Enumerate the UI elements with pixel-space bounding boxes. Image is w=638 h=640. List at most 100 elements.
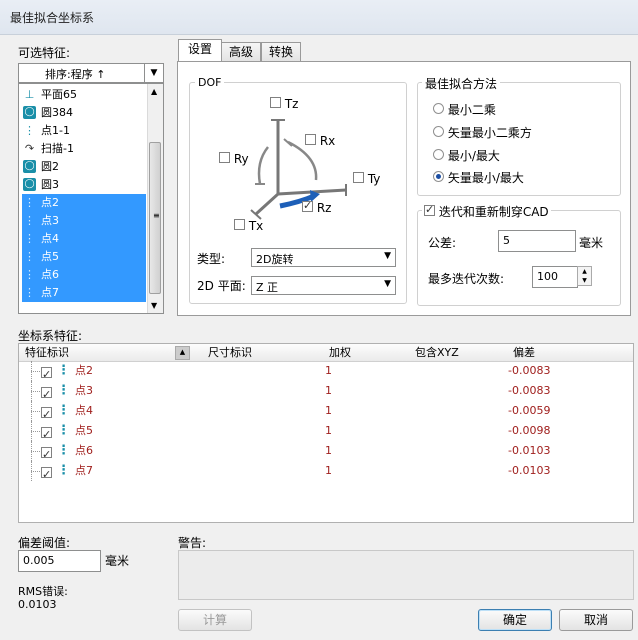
feature-list-item[interactable]: ⊥ 平面65 bbox=[22, 86, 146, 104]
tx-toggle[interactable]: Tx bbox=[234, 219, 263, 233]
sort-dropdown-icon[interactable]: ▼ bbox=[144, 64, 163, 82]
tab-advanced[interactable]: 高级 bbox=[221, 42, 261, 62]
row-deviation: -0.0083 bbox=[508, 364, 551, 377]
table-row[interactable]: ⋮ 点4 1 -0.0059 bbox=[19, 401, 633, 425]
fit-option-vector-min-max[interactable]: 矢量最小/最大 bbox=[433, 169, 524, 186]
feature-name: 扫描-1 bbox=[41, 142, 74, 155]
col-feature-id[interactable]: 特征标识 bbox=[25, 344, 69, 361]
threshold-label: 偏差阈值: bbox=[18, 536, 71, 550]
tz-toggle[interactable]: Tz bbox=[270, 97, 298, 111]
scroll-up-icon[interactable]: ▲ bbox=[151, 87, 157, 96]
table-row[interactable]: ⋮ 点7 1 -0.0103 bbox=[19, 461, 633, 485]
settings-panel: DOF Tz Rx Ry Ty Rz Tx 类型: 2D旋转 ▼ 2D 平面: … bbox=[177, 61, 631, 316]
col-dimension-id[interactable]: 尺寸标识 bbox=[208, 344, 252, 361]
rx-toggle[interactable]: Rx bbox=[305, 134, 335, 148]
row-weight[interactable]: 1 bbox=[325, 461, 332, 481]
rz-checkbox[interactable] bbox=[302, 199, 313, 212]
table-row[interactable]: ⋮ 点2 1 -0.0083 bbox=[19, 361, 633, 385]
max-iter-input[interactable]: 100 bbox=[532, 266, 578, 288]
row-checkbox[interactable] bbox=[41, 365, 52, 385]
chevron-down-icon: ▼ bbox=[384, 279, 391, 289]
cancel-button[interactable]: 取消 bbox=[559, 609, 633, 631]
feature-name: 平面65 bbox=[41, 88, 77, 101]
sort-asc-icon[interactable]: ▲ bbox=[175, 346, 190, 360]
table-header: 特征标识 ▲ 尺寸标识 加权 包含XYZ 偏差 bbox=[19, 344, 633, 362]
scroll-thumb[interactable]: ≡ bbox=[149, 142, 161, 294]
available-features-list[interactable]: ▲ ≡ ▼ ⊥ 平面65 ◯ 圆384 ⋮ 点1-1 ↷ 扫描-1 ◯ 圆2 ◯ 圆3 ⋮ 点2 ⋮ 点3 ⋮ 点… bbox=[18, 83, 164, 314]
threshold-input[interactable]: 0.005 bbox=[18, 550, 101, 572]
row-checkbox[interactable] bbox=[41, 405, 52, 425]
feature-list-item[interactable]: ⋮ 点6 bbox=[22, 266, 146, 284]
radio-min-max[interactable] bbox=[433, 149, 444, 160]
sort-header[interactable]: 排序:程序 ↑ ▼ bbox=[18, 63, 164, 83]
radio-vector-min-max[interactable] bbox=[433, 171, 444, 182]
row-weight[interactable]: 1 bbox=[325, 361, 332, 381]
radio-vector-least-squares[interactable] bbox=[433, 126, 444, 137]
row-checkbox[interactable] bbox=[41, 385, 52, 405]
plane-select[interactable]: Z 正 ▼ bbox=[251, 276, 396, 295]
row-weight[interactable]: 1 bbox=[325, 441, 332, 461]
ry-toggle[interactable]: Ry bbox=[219, 152, 249, 166]
rms-label: RMS错误: bbox=[18, 585, 68, 598]
tolerance-unit: 毫米 bbox=[579, 236, 604, 250]
feature-list-item[interactable]: ⋮ 点2 bbox=[22, 194, 146, 212]
row-weight[interactable]: 1 bbox=[325, 401, 332, 421]
table-row[interactable]: ⋮ 点5 1 -0.0098 bbox=[19, 421, 633, 445]
features-scrollbar[interactable]: ▲ ≡ ▼ bbox=[147, 84, 163, 313]
point-icon: ⋮ bbox=[24, 214, 35, 227]
col-deviation[interactable]: 偏差 bbox=[513, 344, 535, 361]
row-feature-name: 点2 bbox=[75, 364, 93, 377]
feature-list-item[interactable]: ⋮ 点3 bbox=[22, 212, 146, 230]
radio-least-squares[interactable] bbox=[433, 103, 444, 114]
ry-checkbox[interactable] bbox=[219, 152, 230, 163]
ok-button[interactable]: 确定 bbox=[478, 609, 552, 631]
feature-list-item[interactable]: ⋮ 点7 bbox=[22, 284, 146, 302]
type-select[interactable]: 2D旋转 ▼ bbox=[251, 248, 396, 267]
feature-list-item[interactable]: ↷ 扫描-1 bbox=[22, 140, 146, 158]
row-checkbox[interactable] bbox=[41, 465, 52, 485]
row-checkbox[interactable] bbox=[41, 445, 52, 465]
tx-checkbox[interactable] bbox=[234, 219, 245, 230]
ty-checkbox[interactable] bbox=[353, 172, 364, 183]
row-weight[interactable]: 1 bbox=[325, 421, 332, 441]
point-icon: ⋮ bbox=[57, 363, 70, 378]
feature-list-item[interactable]: ⋮ 点1-1 bbox=[22, 122, 146, 140]
feature-list-item[interactable]: ⋮ 点4 bbox=[22, 230, 146, 248]
col-weight[interactable]: 加权 bbox=[329, 344, 351, 361]
scroll-down-icon[interactable]: ▼ bbox=[151, 301, 157, 310]
fit-option-vector-least-squares[interactable]: 矢量最小二乘方 bbox=[433, 124, 532, 141]
tab-transform[interactable]: 转换 bbox=[261, 42, 301, 62]
table-row[interactable]: ⋮ 点3 1 -0.0083 bbox=[19, 381, 633, 405]
feature-list-item[interactable]: ◯ 圆2 bbox=[22, 158, 146, 176]
tz-checkbox[interactable] bbox=[270, 97, 281, 108]
feature-name: 圆384 bbox=[41, 106, 73, 119]
rx-checkbox[interactable] bbox=[305, 134, 316, 145]
compute-button[interactable]: 计算 bbox=[178, 609, 252, 631]
tree-branch bbox=[31, 451, 40, 452]
rms-value: 0.0103 bbox=[18, 598, 57, 611]
feature-list-item[interactable]: ◯ 圆384 bbox=[22, 104, 146, 122]
row-feature-name: 点4 bbox=[75, 404, 93, 417]
row-weight[interactable]: 1 bbox=[325, 381, 332, 401]
window-title: 最佳拟合坐标系 bbox=[10, 11, 95, 25]
fit-option-least-squares[interactable]: 最小二乘 bbox=[433, 101, 496, 118]
tree-branch bbox=[31, 431, 40, 432]
tab-settings[interactable]: 设置 bbox=[178, 39, 222, 63]
iterate-checkbox[interactable] bbox=[424, 203, 435, 216]
fit-option-min-max[interactable]: 最小/最大 bbox=[433, 147, 500, 164]
row-checkbox[interactable] bbox=[41, 425, 52, 445]
chevron-down-icon: ▼ bbox=[384, 251, 391, 261]
feature-list-item[interactable]: ⋮ 点5 bbox=[22, 248, 146, 266]
point-icon: ⋮ bbox=[24, 250, 35, 263]
iterate-toggle[interactable]: 迭代和重新制穿CAD bbox=[422, 203, 551, 220]
col-include-xyz[interactable]: 包含XYZ bbox=[415, 344, 459, 361]
ty-toggle[interactable]: Ty bbox=[353, 172, 380, 186]
tree-branch bbox=[31, 471, 40, 472]
max-iter-spinner[interactable]: ▲ ▼ bbox=[577, 266, 592, 286]
table-row[interactable]: ⋮ 点6 1 -0.0103 bbox=[19, 441, 633, 465]
row-feature-name: 点5 bbox=[75, 424, 93, 437]
tolerance-input[interactable]: 5 bbox=[498, 230, 576, 252]
rz-toggle[interactable]: Rz bbox=[302, 199, 331, 215]
point-icon: ⋮ bbox=[57, 423, 70, 438]
feature-list-item[interactable]: ◯ 圆3 bbox=[22, 176, 146, 194]
